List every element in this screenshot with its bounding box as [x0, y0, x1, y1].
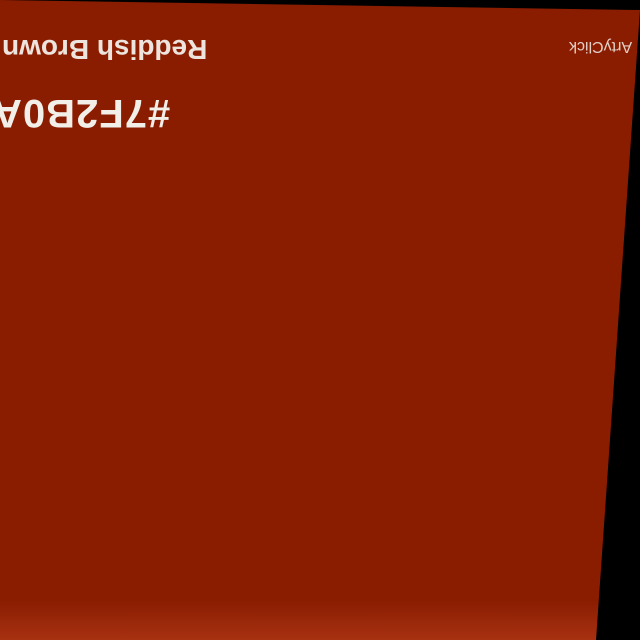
color-swatch-card: #7F2B0A Reddish Brown ArtyClick [0, 0, 640, 640]
swatch-stage: #7F2B0A Reddish Brown ArtyClick [0, 0, 640, 640]
color-name-label: Reddish Brown [2, 34, 208, 65]
brand-watermark: ArtyClick [568, 38, 632, 55]
hex-code-label: #7F2B0A [0, 91, 171, 135]
bottom-highlight-band [0, 600, 640, 640]
